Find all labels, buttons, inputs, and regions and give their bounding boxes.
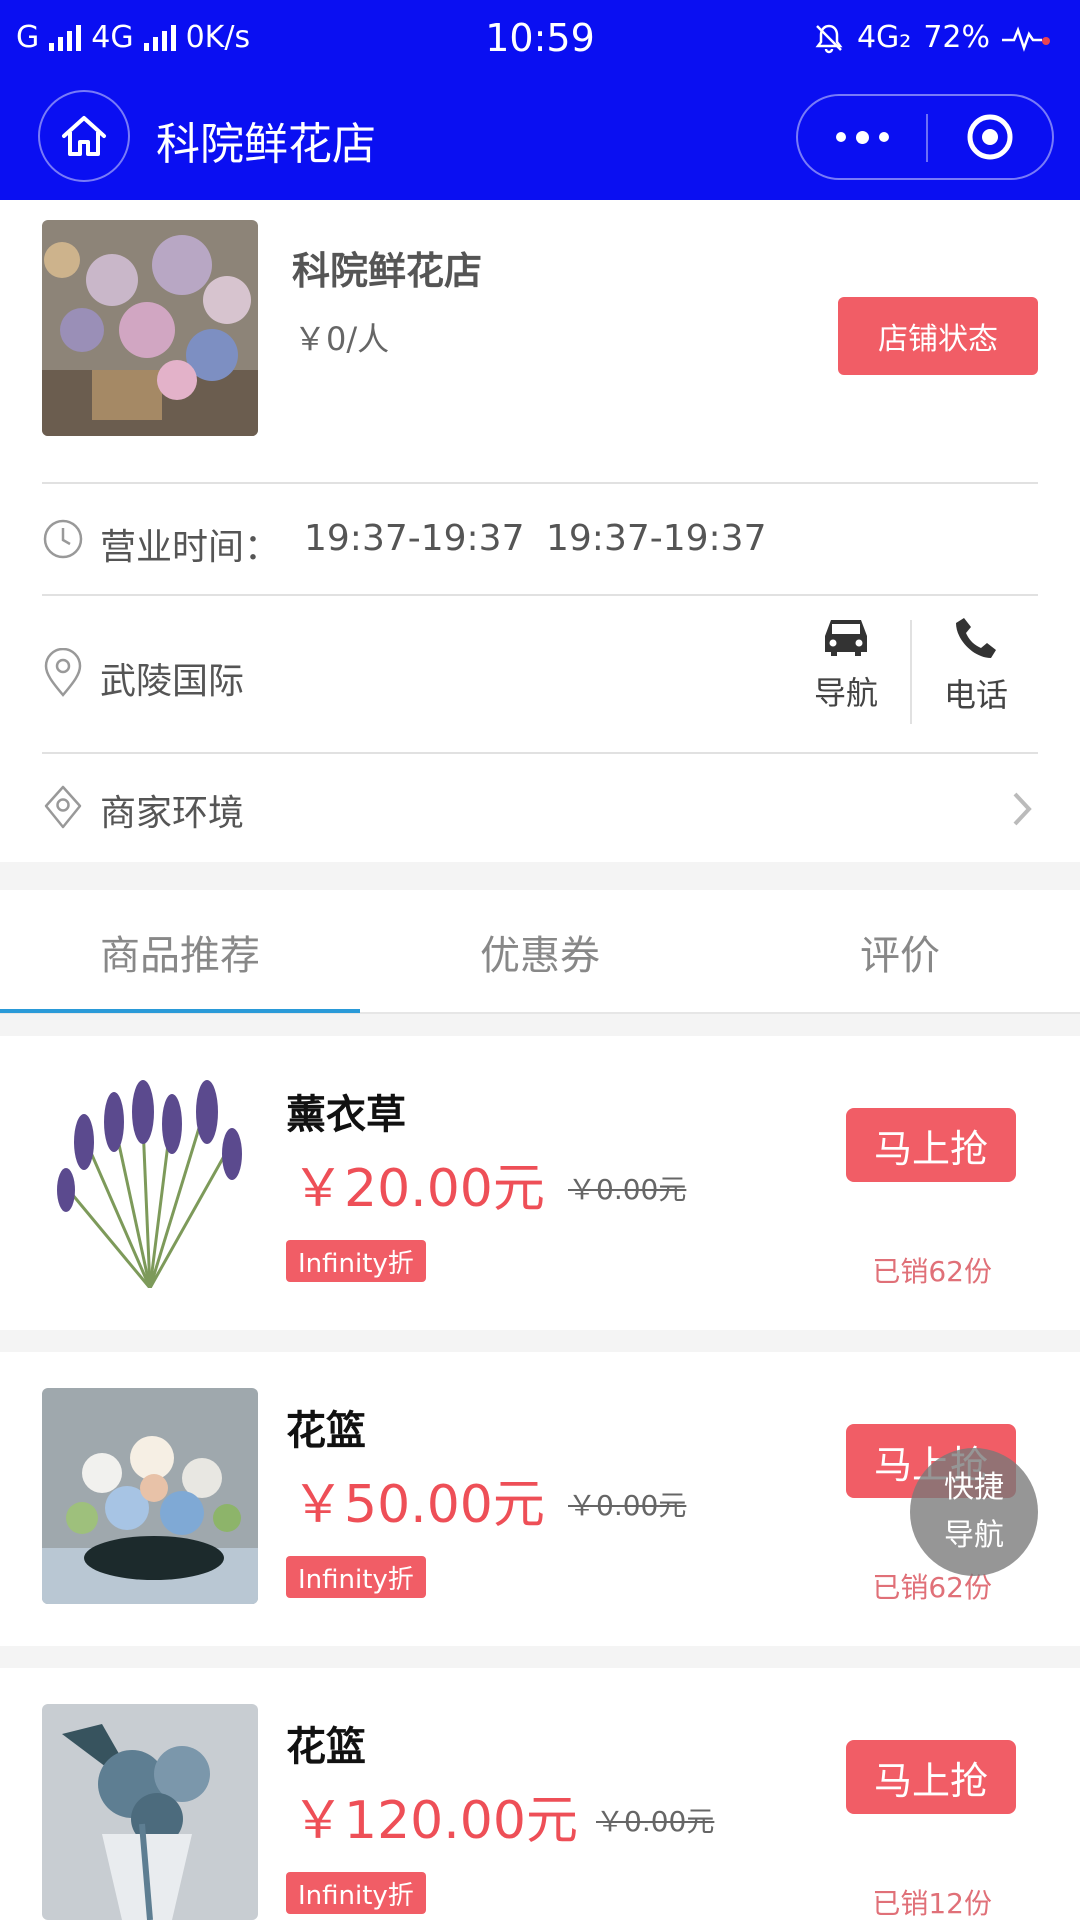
- status-bar: G 4G 0K/s 10:59 4G₂ 72%: [0, 0, 1080, 78]
- car-icon: [825, 620, 867, 656]
- store-price-per-person: ￥0/人: [294, 320, 390, 358]
- product-original-price: ￥0.00元: [596, 1805, 715, 1838]
- quick-nav-button[interactable]: 快捷 导航: [910, 1448, 1038, 1576]
- tab-recommended[interactable]: 商品推荐: [0, 890, 360, 1014]
- store-status-button[interactable]: 店铺状态: [838, 297, 1038, 375]
- clock-icon: [43, 519, 83, 559]
- product-price: ￥120.00元: [292, 1791, 578, 1851]
- phone-label: 电话: [943, 676, 1008, 714]
- environment-pin-icon: [44, 785, 82, 829]
- heart-rate-icon: [1002, 25, 1050, 52]
- store-environment-row[interactable]: 商家环境: [0, 754, 1080, 862]
- product-original-price: ￥0.00元: [568, 1173, 687, 1206]
- store-photo: [42, 220, 258, 436]
- product-image: [42, 1072, 258, 1288]
- business-hours-2: 19:37-19:37: [546, 518, 767, 559]
- quick-nav-line1: 快捷: [944, 1470, 1004, 1505]
- nav-bar: 科院鲜花店: [0, 90, 1080, 186]
- store-environment-label: 商家环境: [100, 793, 245, 834]
- product-name: 花篮: [286, 1724, 366, 1770]
- product-name: 薰衣草: [286, 1092, 406, 1138]
- product-price: ￥20.00元: [292, 1159, 545, 1219]
- product-image: [42, 1388, 258, 1604]
- nav-title: 科院鲜花店: [156, 119, 376, 170]
- tab-coupons[interactable]: 优惠券: [360, 890, 720, 1014]
- product-card[interactable]: 薰衣草 ￥20.00元 ￥0.00元 Infinity折 马上抢 已销62份: [0, 1036, 1080, 1330]
- product-name: 花篮: [286, 1408, 366, 1454]
- phone-icon: [956, 618, 996, 658]
- phone-button[interactable]: 电话: [926, 616, 1026, 716]
- home-icon: [62, 116, 106, 156]
- network-label-right: 4G₂: [856, 20, 912, 55]
- navigate-button[interactable]: 导航: [796, 616, 896, 714]
- app-header: G 4G 0K/s 10:59 4G₂ 72% 科院鲜花店: [0, 0, 1080, 200]
- active-tab-indicator: [0, 1009, 360, 1013]
- sold-count: 已销12份: [872, 1887, 992, 1920]
- discount-badge: Infinity折: [286, 1556, 426, 1598]
- close-mini-program-button[interactable]: [928, 96, 1052, 178]
- location-pin-icon: [44, 648, 82, 697]
- buy-now-button[interactable]: 马上抢: [846, 1740, 1016, 1814]
- discount-badge: Infinity折: [286, 1872, 426, 1914]
- store-info-card: 科院鲜花店 ￥0/人 店铺状态 营业时间： 19:37-19:37 19:37-…: [0, 200, 1080, 862]
- buy-now-button[interactable]: 马上抢: [846, 1108, 1016, 1182]
- business-hours-1: 19:37-19:37: [304, 518, 525, 559]
- navigate-label: 导航: [813, 674, 878, 712]
- chevron-right-icon: [1013, 792, 1032, 826]
- store-address: 武陵国际: [100, 661, 245, 702]
- home-button[interactable]: [38, 90, 130, 182]
- product-original-price: ￥0.00元: [568, 1489, 687, 1522]
- discount-badge: Infinity折: [286, 1240, 426, 1282]
- product-image: [42, 1704, 258, 1920]
- more-button[interactable]: [798, 96, 926, 178]
- mini-program-capsule: [796, 94, 1054, 180]
- store-name: 科院鲜花店: [292, 249, 483, 293]
- product-price: ￥50.00元: [292, 1475, 545, 1535]
- target-icon: [967, 114, 1013, 160]
- sold-count: 已销62份: [872, 1255, 992, 1288]
- quick-nav-line2: 导航: [944, 1518, 1004, 1553]
- tab-bar: 商品推荐 优惠券 评价: [0, 890, 1080, 1014]
- tab-reviews[interactable]: 评价: [720, 890, 1080, 1014]
- battery-level: 72%: [923, 20, 990, 55]
- product-card[interactable]: 花篮 ￥120.00元 ￥0.00元 Infinity折 马上抢 已销12份: [0, 1668, 1080, 1920]
- business-hours-label: 营业时间：: [100, 527, 281, 568]
- muted-bell-icon: [815, 24, 843, 53]
